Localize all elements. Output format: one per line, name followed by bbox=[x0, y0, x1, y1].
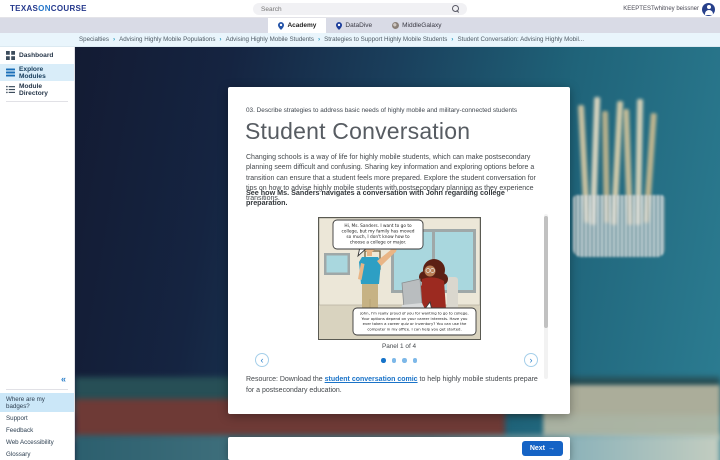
divider bbox=[6, 101, 68, 102]
tab-middlegalaxy[interactable]: MiddleGalaxy bbox=[382, 18, 451, 33]
bubble-line: Your options depend on your career inter… bbox=[362, 316, 469, 321]
arrow-right-icon: → bbox=[548, 445, 555, 452]
comic-illustration: Hi, Ms. Sanders. I want to go to college… bbox=[318, 217, 481, 340]
next-button[interactable]: Next → bbox=[522, 441, 563, 456]
dashboard-grid-icon bbox=[6, 51, 15, 60]
breadcrumb-item-current: Student Conversation: Advising Highly Mo… bbox=[457, 36, 584, 43]
panel-counter: Panel 1 of 4 bbox=[228, 343, 570, 350]
breadcrumb-item[interactable]: Advising Highly Mobile Students bbox=[226, 36, 314, 43]
user-menu[interactable]: KEEPTESTwhitney beissner bbox=[623, 2, 715, 16]
bubble-line: so much, I don't know how to bbox=[346, 234, 410, 240]
sidebar-item-label: Explore Modules bbox=[19, 66, 68, 80]
main-stage: 03. Describe strategies to address basic… bbox=[75, 47, 720, 460]
lesson-footer-bar: Next → bbox=[228, 437, 570, 460]
tab-academy[interactable]: Academy bbox=[268, 18, 326, 33]
logo-text: TEXAS bbox=[10, 4, 38, 13]
sidebar-collapse-button[interactable]: « bbox=[53, 372, 74, 386]
lesson-card: 03. Describe strategies to address basic… bbox=[228, 87, 570, 414]
chevron-right-icon: › bbox=[113, 36, 115, 43]
tab-datadive[interactable]: DataDive bbox=[326, 18, 382, 33]
card-scrollbar[interactable] bbox=[544, 214, 548, 379]
carousel-dots bbox=[228, 358, 570, 363]
top-header: TEXASONCOURSE KEEPTESTwhitney beissner bbox=[0, 0, 720, 18]
divider bbox=[6, 389, 68, 390]
sidebar-link-glossary[interactable]: Glossary bbox=[0, 448, 74, 460]
avatar[interactable] bbox=[702, 3, 715, 16]
location-pin-icon bbox=[278, 22, 284, 30]
tab-label: DataDive bbox=[345, 22, 372, 29]
instruction-text: See how Ms. Sanders navigates a conversa… bbox=[246, 188, 530, 209]
breadcrumb-item[interactable]: Advising Highly Mobile Populations bbox=[119, 36, 215, 43]
search-bar[interactable] bbox=[253, 3, 467, 15]
comic-panel: Hi, Ms. Sanders. I want to go to college… bbox=[318, 217, 481, 340]
objective-text: 03. Describe strategies to address basic… bbox=[246, 107, 552, 114]
page-title: Student Conversation bbox=[245, 118, 470, 145]
bubble-line: ever taken a career quiz or inventory? Y… bbox=[363, 321, 467, 326]
breadcrumb-item[interactable]: Strategies to Support Highly Mobile Stud… bbox=[324, 36, 447, 43]
sidebar-link-web-accessibility[interactable]: Web Accessibility bbox=[0, 436, 74, 448]
breadcrumb: Specialties › Advising Highly Mobile Pop… bbox=[0, 33, 720, 47]
chevron-right-icon: › bbox=[451, 36, 453, 43]
resource-download-link[interactable]: student conversation comic bbox=[325, 376, 418, 383]
tab-label: Academy bbox=[287, 22, 316, 29]
carousel-dot-2[interactable] bbox=[392, 358, 397, 363]
sidebar-link-feedback[interactable]: Feedback bbox=[0, 424, 74, 436]
bubble-line: computer in my office. I can help you ge… bbox=[367, 326, 461, 331]
list-icon bbox=[6, 85, 15, 94]
app-window: TEXASONCOURSE KEEPTESTwhitney beissner A… bbox=[0, 0, 720, 460]
bubble-line: college, but my family has moved bbox=[341, 229, 414, 235]
sidebar-item-module-directory[interactable]: Module Directory bbox=[0, 81, 74, 98]
bubble-line: choose a college or major. bbox=[350, 240, 407, 246]
sidebar-item-label: Dashboard bbox=[19, 52, 53, 59]
sidebar: Dashboard Explore Modules Module Directo… bbox=[0, 47, 75, 460]
bubble-line: Hi, Ms. Sanders. I want to go to bbox=[344, 223, 412, 229]
user-name: KEEPTESTwhitney beissner bbox=[623, 6, 699, 12]
breadcrumb-item[interactable]: Specialties bbox=[79, 36, 109, 43]
carousel-dot-1[interactable] bbox=[381, 358, 386, 363]
next-label: Next bbox=[530, 445, 545, 452]
tab-label: MiddleGalaxy bbox=[402, 22, 441, 29]
scrollbar-thumb[interactable] bbox=[544, 216, 548, 328]
carousel-dot-4[interactable] bbox=[413, 358, 418, 363]
texas-oncourse-logo[interactable]: TEXASONCOURSE bbox=[10, 4, 87, 13]
modules-bars-icon bbox=[6, 68, 15, 77]
chevron-right-icon: › bbox=[318, 36, 320, 43]
search-icon[interactable] bbox=[452, 5, 460, 13]
search-input[interactable] bbox=[253, 6, 452, 13]
chevron-right-icon: › bbox=[219, 36, 221, 43]
sidebar-link-badges[interactable]: Where are my badges? bbox=[0, 393, 74, 412]
resource-text: Resource: Download the student conversat… bbox=[246, 375, 540, 396]
galaxy-icon bbox=[392, 22, 399, 29]
sidebar-link-support[interactable]: Support bbox=[0, 412, 74, 424]
location-pin-icon bbox=[336, 22, 342, 30]
carousel-dot-3[interactable] bbox=[402, 358, 407, 363]
bubble-line: John, I'm really proud of you for wantin… bbox=[359, 311, 468, 316]
sidebar-item-dashboard[interactable]: Dashboard bbox=[0, 47, 74, 64]
sidebar-item-explore-modules[interactable]: Explore Modules bbox=[0, 64, 74, 81]
resource-prefix: Resource: Download the bbox=[246, 376, 325, 383]
sidebar-item-label: Module Directory bbox=[19, 83, 68, 97]
product-tab-bar: Academy DataDive MiddleGalaxy bbox=[0, 18, 720, 33]
